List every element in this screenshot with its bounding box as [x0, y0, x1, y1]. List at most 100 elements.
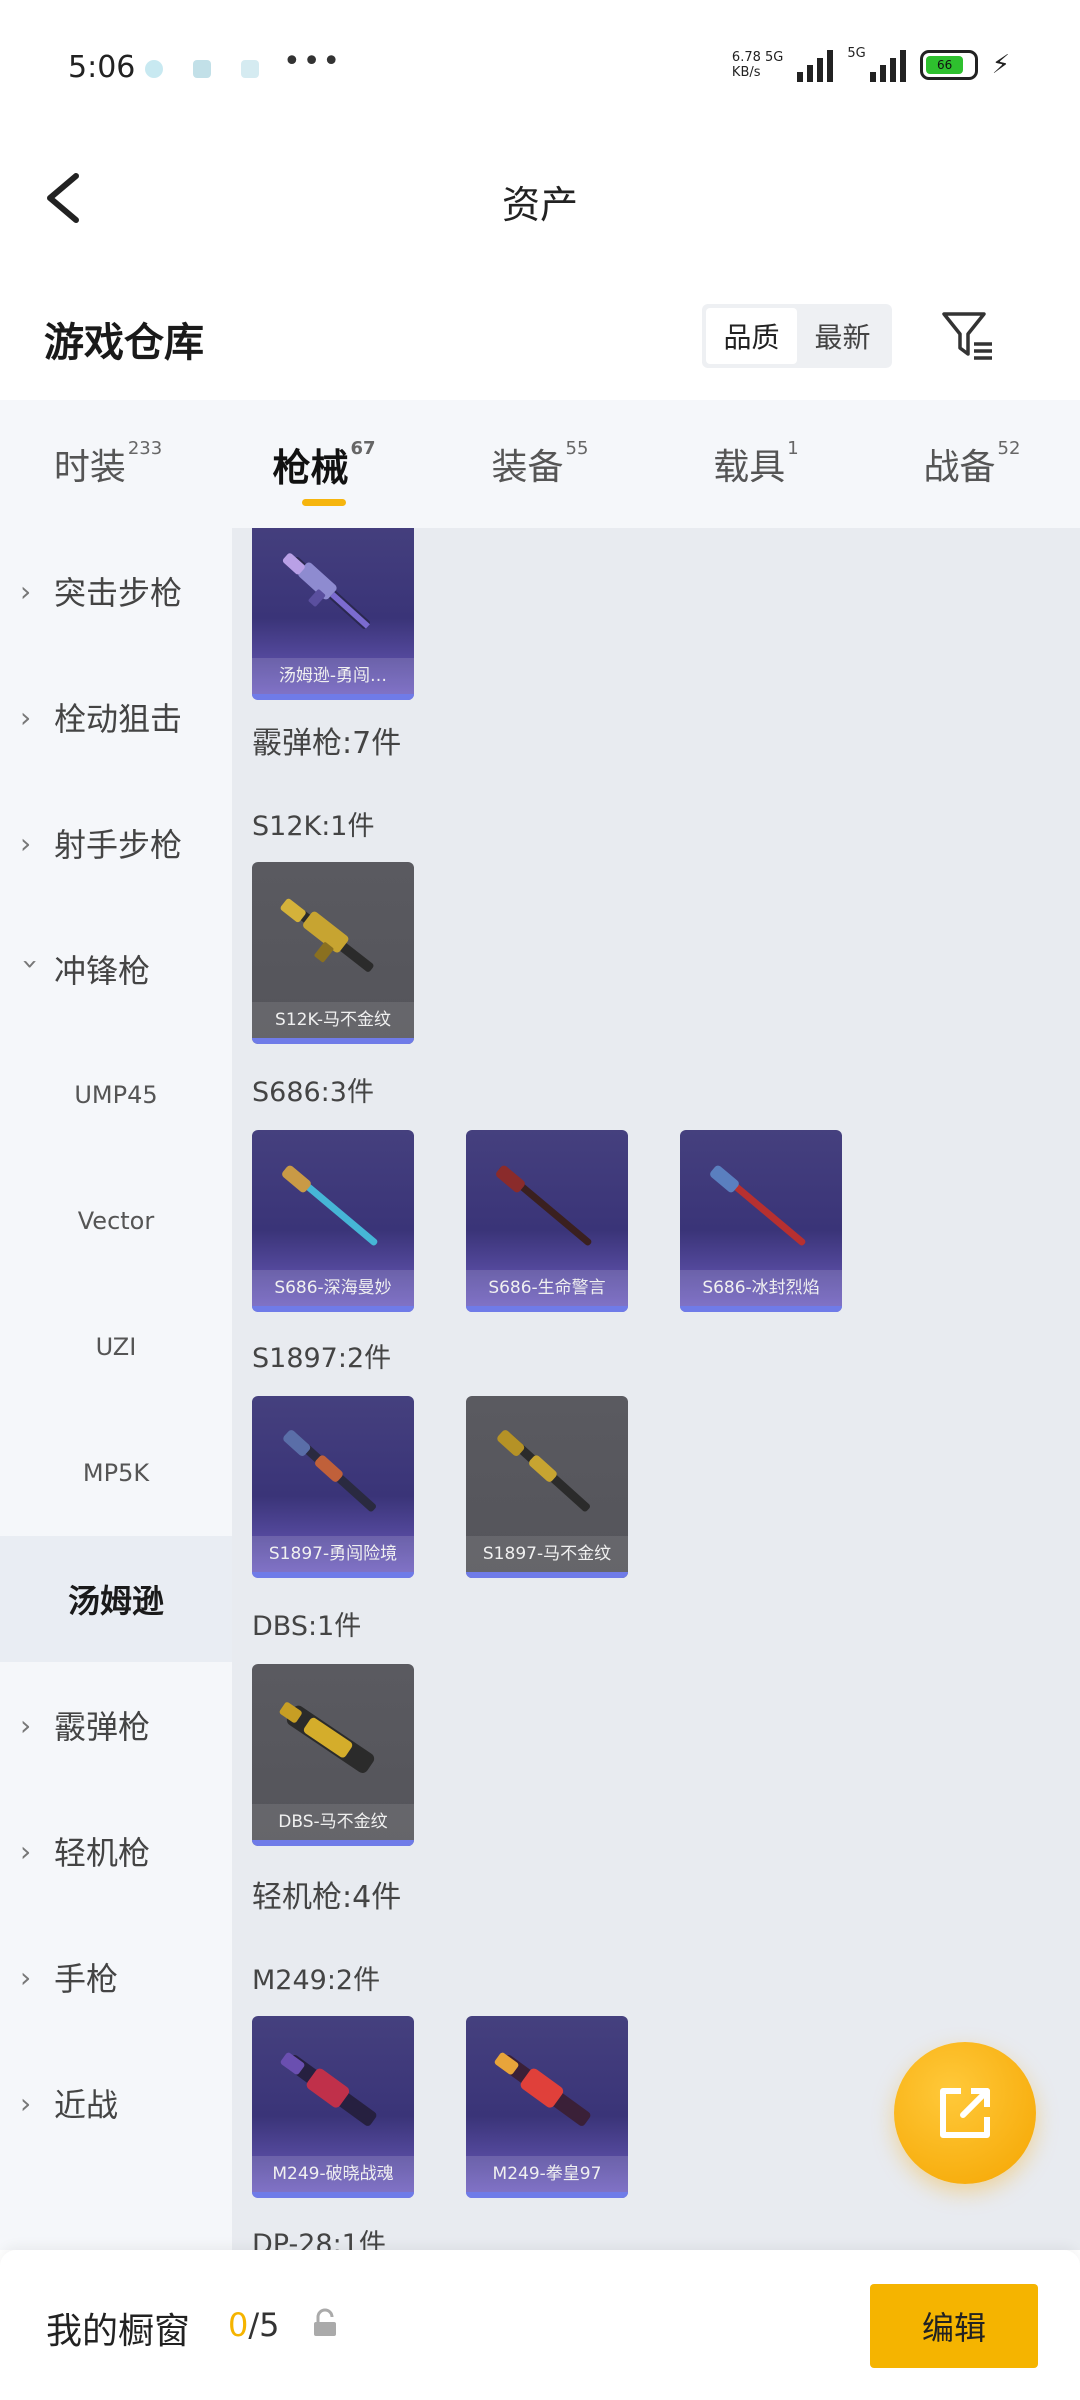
weapon-name: S1897-马不金纹 — [466, 1536, 628, 1572]
rarity-bar — [466, 1572, 628, 1578]
rarity-bar — [680, 1306, 842, 1312]
tab-label: 载具 — [713, 447, 786, 488]
weapon-card[interactable]: S1897-马不金纹 — [466, 1396, 628, 1578]
rarity-bar — [466, 2192, 628, 2198]
rarity-bar — [252, 2192, 414, 2198]
sidebar-item-label: 手枪 — [54, 1960, 119, 1998]
chevron-right-icon: › — [20, 700, 32, 734]
sort-newest-button[interactable]: 最新 — [797, 308, 888, 364]
sidebar-item-label: MP5K — [82, 1459, 150, 1487]
sidebar-item-label: Vector — [77, 1207, 155, 1235]
weapon-name: DBS-马不金纹 — [252, 1804, 414, 1840]
net-type-label: 5G — [765, 50, 784, 65]
share-button[interactable] — [894, 2042, 1036, 2184]
group-label-s12k: S12K:1件 — [252, 811, 375, 842]
s1897-gun-icon — [497, 1430, 590, 1512]
group-label-shotgun: 霰弹枪:7件 — [252, 726, 402, 761]
category-tabs: 时装 233 枪械 67 装备 55 载具 1 战备 52 — [0, 400, 1080, 528]
sidebar-item-label: 栓动狙击 — [54, 700, 183, 738]
weapon-card[interactable]: S12K-马不金纹 — [252, 862, 414, 1044]
weapon-list: 汤姆逊-勇闯… 霰弹枪:7件 S12K:1件 S12K-马不金纹 S686:3件… — [232, 528, 1080, 2250]
chevron-right-icon: › — [20, 1834, 32, 1868]
chevron-right-icon: › — [20, 826, 32, 860]
status-time: 5:06 — [68, 50, 136, 85]
weapon-name: S686-深海曼妙 — [252, 1270, 414, 1306]
sidebar-item-label: 汤姆逊 — [67, 1582, 164, 1620]
sidebar-subitem-ump45[interactable]: UMP45 — [0, 1032, 232, 1158]
weapon-card[interactable]: S686-生命警言 — [466, 1130, 628, 1312]
group-label-s1897: S1897:2件 — [252, 1343, 392, 1374]
sidebar-item-melee[interactable]: › 近战 — [0, 2040, 232, 2166]
chevron-down-icon: › — [14, 958, 48, 970]
sidebar-subitem-mp5k[interactable]: MP5K — [0, 1410, 232, 1536]
tab-label: 枪械 — [272, 445, 349, 490]
dbs-gun-icon — [279, 1702, 375, 1773]
rarity-bar — [252, 1306, 414, 1312]
tab-supplies[interactable]: 战备 52 — [864, 400, 1080, 528]
m249-gun-icon — [494, 2052, 591, 2126]
m249-gun-icon — [280, 2052, 377, 2126]
weapon-card[interactable]: S686-深海曼妙 — [252, 1130, 414, 1312]
s686-gun-icon — [710, 1165, 806, 1246]
net-speed-unit: KB/s — [731, 65, 761, 80]
more-notifications-icon: ••• — [283, 44, 343, 79]
sidebar-item-bolt-sniper[interactable]: › 栓动狙击 — [0, 654, 232, 780]
sidebar-subitem-thompson[interactable]: 汤姆逊 — [0, 1536, 232, 1662]
chevron-right-icon: › — [20, 1960, 32, 1994]
notification-icons: ••• — [145, 44, 342, 79]
sidebar-item-label: 轻机枪 — [54, 1834, 151, 1872]
battery-icon: 66 — [919, 50, 978, 80]
sidebar-item-label: UZI — [95, 1333, 137, 1361]
group-label-s686: S686:3件 — [252, 1077, 374, 1108]
lock-icon — [314, 2308, 336, 2336]
sidebar-subitem-uzi[interactable]: UZI — [0, 1284, 232, 1410]
tab-label: 时装 — [53, 447, 126, 488]
notification-app-icon — [193, 59, 211, 78]
sidebar-subitem-vector[interactable]: Vector — [0, 1158, 232, 1284]
category-sidebar: › 突击步枪 › 栓动狙击 › 射手步枪 › 冲锋枪 UMP45 Vector UZI … — [0, 528, 232, 2250]
chevron-right-icon: › — [20, 1708, 32, 1742]
weapon-name: M249-拳皇97 — [466, 2156, 628, 2192]
weapon-card[interactable]: 汤姆逊-勇闯… — [252, 528, 414, 700]
tab-fashion[interactable]: 时装 233 — [0, 400, 216, 528]
group-label-lmg: 轻机枪:4件 — [252, 1880, 402, 1915]
page-title: 资产 — [501, 183, 578, 227]
filter-button[interactable] — [940, 308, 996, 364]
sidebar-item-smg[interactable]: › 冲锋枪 — [0, 906, 232, 1032]
group-label-dp28: DP-28:1件 — [252, 2229, 386, 2250]
weapon-card[interactable]: S686-冰封烈焰 — [680, 1130, 842, 1312]
s686-gun-icon — [282, 1165, 378, 1246]
tommy-gun-icon — [282, 553, 371, 629]
weapon-card[interactable]: DBS-马不金纹 — [252, 1664, 414, 1846]
sidebar-item-label: 近战 — [54, 2086, 119, 2124]
sidebar-item-assault-rifle[interactable]: › 突击步枪 — [0, 528, 232, 654]
tab-equipment[interactable]: 装备 55 — [432, 400, 648, 528]
sidebar-item-lmg[interactable]: › 轻机枪 — [0, 1788, 232, 1914]
rarity-bar — [252, 1840, 414, 1846]
weapon-card[interactable]: M249-破晓战魂 — [252, 2016, 414, 2198]
tab-label: 装备 — [491, 447, 564, 488]
edit-button[interactable]: 编辑 — [870, 2284, 1038, 2368]
section-title: 游戏仓库 — [44, 320, 204, 366]
group-label-dbs: DBS:1件 — [252, 1611, 362, 1642]
tab-label: 战备 — [923, 447, 996, 488]
weapon-card[interactable]: S1897-勇闯险境 — [252, 1396, 414, 1578]
showcase-count: 0/5 — [228, 2306, 280, 2344]
rarity-bar — [252, 1572, 414, 1578]
sidebar-item-shotgun[interactable]: › 霰弹枪 — [0, 1662, 232, 1788]
sidebar-item-label: 霰弹枪 — [54, 1708, 151, 1746]
showcase-bar: 我的橱窗 0/5 编辑 — [0, 2250, 1080, 2400]
s12k-gun-icon — [280, 898, 374, 972]
network-speed: 6.78 5G KB/s — [732, 50, 783, 80]
tab-count: 52 — [997, 438, 1021, 459]
weapon-card[interactable]: M249-拳皇97 — [466, 2016, 628, 2198]
sort-quality-button[interactable]: 品质 — [706, 308, 797, 364]
tab-vehicles[interactable]: 载具 1 — [648, 400, 864, 528]
tab-count: 67 — [350, 438, 376, 459]
filter-icon — [942, 312, 992, 360]
tab-count: 55 — [565, 438, 589, 459]
tab-guns[interactable]: 枪械 67 — [216, 400, 432, 528]
sidebar-item-pistol[interactable]: › 手枪 — [0, 1914, 232, 2040]
sidebar-item-marksman-rifle[interactable]: › 射手步枪 — [0, 780, 232, 906]
s1897-gun-icon — [283, 1430, 376, 1512]
